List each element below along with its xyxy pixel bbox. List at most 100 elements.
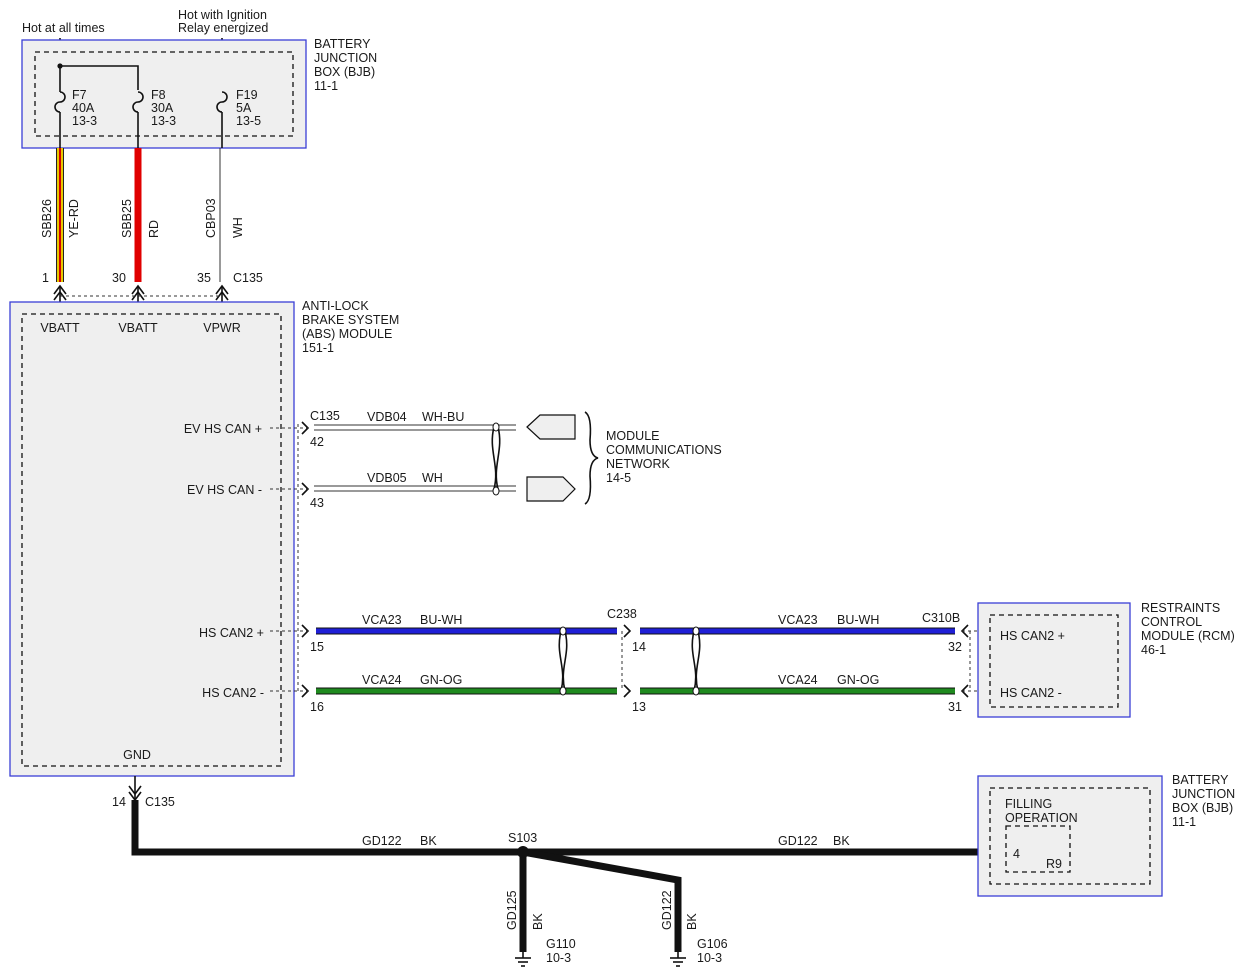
abs-terminal-vbatt-2: VBATT [118,321,158,335]
rcm-title-3: MODULE (RCM) [1141,629,1235,643]
ev-can-pin-43: 43 [310,496,324,510]
abs-ref: 151-1 [302,341,334,355]
fuse-f19-name: F19 [236,88,258,102]
pin-35-label: 35 [197,271,211,285]
wire-vdb04-circuit: VDB04 [367,410,407,424]
wire-vca24-left-circuit: VCA24 [362,673,402,687]
rcm-pin-minus: HS CAN2 - [1000,686,1062,700]
rcm-title-2: CONTROL [1141,615,1202,629]
network-connector-female-icon [526,414,576,440]
splice-s103-label: S103 [508,831,537,845]
bjb-top-title-3: BOX (BJB) [314,65,375,79]
bjb-top-ref: 11-1 [314,79,338,93]
wire-gd125-circuit: GD125 [505,890,519,930]
network-connector-male-icon [526,476,576,502]
ground-g106-label: G106 [697,937,728,951]
ground-connector-c135-icon [128,776,142,802]
abs-title-1: ANTI-LOCK [302,299,369,313]
ground-pin-14: 14 [112,795,126,809]
bjb-bottom-pin-4: 4 [1013,847,1020,861]
wire-vdb05 [314,485,516,492]
connector-c238-icon [621,624,632,698]
network-ref: 14-5 [606,471,631,485]
wire-vdb04-color: WH-BU [422,410,464,424]
fuse-f8-ref: 13-3 [151,114,176,128]
wire-vca23-right-color: BU-WH [837,613,879,627]
abs-title-3: (ABS) MODULE [302,327,392,341]
wire-sbb26-color: YE-RD [67,199,81,238]
connector-c238-label: C238 [607,607,637,621]
hot-ignition-label-line2: Relay energized [178,21,268,35]
wire-vca24-right-circuit: VCA24 [778,673,818,687]
pin-1-label: 1 [42,271,49,285]
abs-pin-ev-can-minus: EV HS CAN - [187,483,262,497]
bjb-top-box: F7 40A 13-3 F8 30A 13-3 F19 5A 13-5 [21,39,307,149]
network-title-2: COMMUNICATIONS [606,443,722,457]
ground-g110-icon [515,952,531,967]
abs-pin-hs-can2-minus: HS CAN2 - [202,686,264,700]
wire-gd125-color: BK [531,913,545,930]
wire-gd122-right-color: BK [833,834,850,848]
wiring-diagram: Hot at all times Hot with Ignition Relay… [9,8,1235,967]
ev-can-pin-42: 42 [310,435,324,449]
fuse-f7-rating: 40A [72,101,95,115]
wire-cbp03-circuit: CBP03 [204,198,218,238]
network-bracket-icon [584,411,599,505]
fuse-f8-name: F8 [151,88,166,102]
abs-terminal-vbatt-1: VBATT [40,321,80,335]
wire-vdb05-circuit: VDB05 [367,471,407,485]
abs-pin-gnd: GND [123,748,151,762]
hs-can2-pin-16: 16 [310,700,324,714]
bjb-bottom-ref: 11-1 [1172,815,1196,829]
bjb-top-title-2: JUNCTION [314,51,377,65]
ground-connector-label: C135 [145,795,175,809]
bjb-bottom-title-1: BATTERY [1172,773,1229,787]
abs-module-box [9,301,295,777]
ev-can-connector-label: C135 [310,409,340,423]
fuse-f19-ref: 13-5 [236,114,261,128]
c238-pin-13: 13 [632,700,646,714]
abs-title-2: BRAKE SYSTEM [302,313,399,327]
wire-vdb05-color: WH [422,471,443,485]
connector-c310b-label: C310B [922,611,960,625]
rcm-title-1: RESTRAINTS [1141,601,1220,615]
c238-pin-14: 14 [632,640,646,654]
wire-vca23-left-circuit: VCA23 [362,613,402,627]
filling-operation-title-1: FILLING [1005,797,1052,811]
wire-cbp03-color: WH [231,217,245,238]
pin-30-label: 30 [112,271,126,285]
wire-vca23-right-circuit: VCA23 [778,613,818,627]
bjb-bottom-box [977,775,1163,897]
hot-at-all-times-label: Hot at all times [22,21,105,35]
wire-vca24-right-color: GN-OG [837,673,879,687]
splice-s103-icon [517,846,682,952]
hs-can2-pin-15: 15 [310,640,324,654]
wire-gd122-branch-color: BK [685,913,699,930]
wire-gd122-right-circuit: GD122 [778,834,818,848]
bjb-bottom-r9: R9 [1046,857,1062,871]
wire-sbb25-circuit: SBB25 [120,199,134,238]
wire-vdb04 [314,424,516,431]
connector-c135-label: C135 [233,271,263,285]
ev-can-twist-icon [491,422,501,496]
wire-gd122-left-circuit: GD122 [362,834,402,848]
wire-gd122-left-color: BK [420,834,437,848]
bjb-bottom-title-2: JUNCTION [1172,787,1235,801]
rcm-pin-plus: HS CAN2 + [1000,629,1065,643]
ground-g106-ref: 10-3 [697,951,722,965]
abs-pin-ev-can-plus: EV HS CAN + [184,422,262,436]
fuse-f19-rating: 5A [236,101,252,115]
filling-operation-title-2: OPERATION [1005,811,1078,825]
ground-g106-icon [670,952,686,967]
abs-pin-hs-can2-plus: HS CAN2 + [199,626,264,640]
network-title-1: MODULE [606,429,659,443]
network-title-3: NETWORK [606,457,671,471]
ground-g110-ref: 10-3 [546,951,571,965]
wire-gd122-branch-circuit: GD122 [660,890,674,930]
hs-can2-twist-right-icon [691,626,701,696]
hs-can2-twist-left-icon [558,626,568,696]
ground-g110-label: G110 [546,937,576,951]
fuse-f7-ref: 13-3 [72,114,97,128]
wire-sbb26-circuit: SBB26 [40,199,54,238]
fuse-f8-rating: 30A [151,101,174,115]
